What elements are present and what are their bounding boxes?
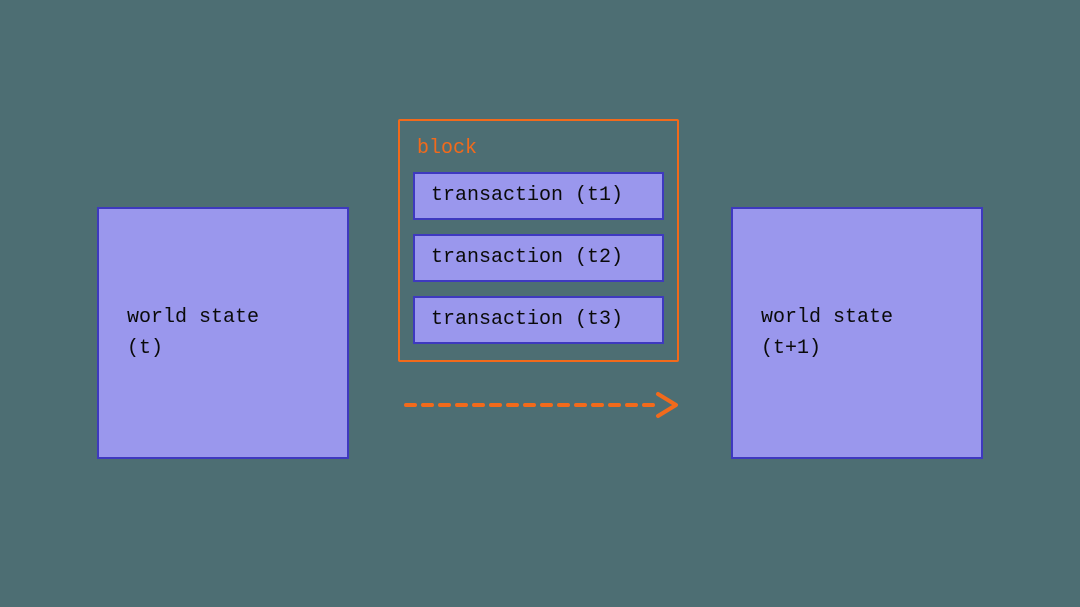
world-state-after-line1: world state xyxy=(761,306,893,329)
world-state-before: world state (t) xyxy=(97,207,349,459)
transaction-item: transaction (t2) xyxy=(413,234,664,282)
world-state-before-line1: world state xyxy=(127,306,259,329)
world-state-before-label: world state (t) xyxy=(127,302,259,364)
block-title: block xyxy=(417,137,664,160)
world-state-before-line2: (t) xyxy=(127,337,163,360)
transaction-item: transaction (t3) xyxy=(413,296,664,344)
block-container: block transaction (t1) transaction (t2) … xyxy=(398,119,679,362)
transaction-list: transaction (t1) transaction (t2) transa… xyxy=(413,172,664,344)
world-state-after-label: world state (t+1) xyxy=(761,302,893,364)
world-state-after-line2: (t+1) xyxy=(761,337,821,360)
transaction-item: transaction (t1) xyxy=(413,172,664,220)
arrow-icon xyxy=(402,388,682,422)
diagram-canvas: world state (t) block transaction (t1) tr… xyxy=(0,0,1080,607)
world-state-after: world state (t+1) xyxy=(731,207,983,459)
